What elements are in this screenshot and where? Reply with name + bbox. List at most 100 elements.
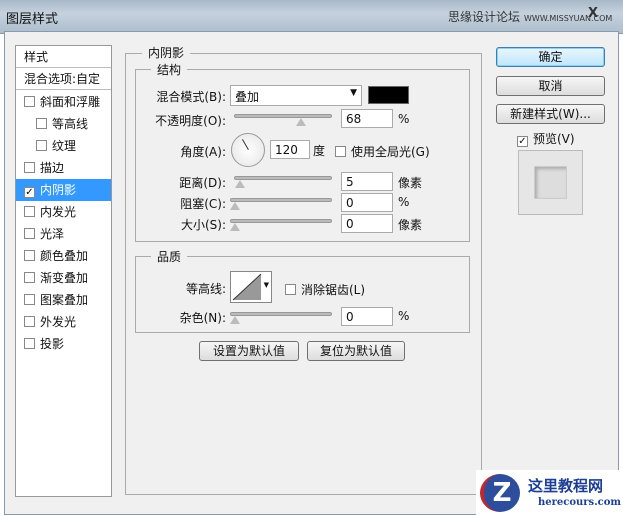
blend-mode-label: 混合模式(B): — [156, 90, 226, 104]
noise-label: 杂色(N): — [179, 311, 226, 325]
blending-options[interactable]: 混合选项:自定 — [16, 68, 111, 90]
choke-thumb[interactable] — [230, 202, 240, 210]
style-item[interactable]: 内发光 — [16, 201, 111, 223]
checkbox-icon[interactable] — [24, 206, 35, 217]
style-item-label: 光泽 — [40, 227, 65, 241]
size-input[interactable]: 0 — [341, 214, 393, 233]
angle-needle — [242, 139, 249, 150]
choke-label: 阻塞(C): — [180, 197, 226, 211]
size-unit: 像素 — [398, 218, 423, 232]
angle-label: 角度(A): — [180, 145, 226, 159]
choke-slider[interactable] — [230, 198, 332, 210]
checkbox-icon — [285, 284, 296, 295]
styles-header[interactable]: 样式 — [16, 46, 111, 68]
distance-input[interactable]: 5 — [341, 172, 393, 191]
opacity-thumb[interactable] — [296, 118, 306, 126]
checkbox-icon[interactable] — [24, 338, 35, 349]
style-item[interactable]: 渐变叠加 — [16, 267, 111, 289]
style-item-label: 颜色叠加 — [40, 249, 89, 263]
logo-z-icon: Z — [480, 474, 520, 512]
blend-mode-value: 叠加 — [235, 90, 260, 104]
style-item[interactable]: 图案叠加 — [16, 289, 111, 311]
style-item-label: 内发光 — [40, 205, 77, 219]
style-item[interactable]: 描边 — [16, 157, 111, 179]
size-thumb[interactable] — [230, 223, 240, 231]
reset-default-button[interactable]: 复位为默认值 — [307, 341, 405, 361]
new-style-button[interactable]: 新建样式(W)... — [496, 104, 605, 124]
ok-button[interactable]: 确定 — [496, 47, 605, 67]
preview-label: 预览(V) — [533, 132, 575, 146]
style-item-label: 渐变叠加 — [40, 271, 89, 285]
choke-unit: % — [398, 195, 410, 209]
opacity-unit: % — [398, 112, 410, 126]
site-logo: Z 这里教程网 herecours.com — [476, 470, 623, 515]
close-button[interactable]: X — [588, 6, 598, 21]
opacity-slider[interactable] — [234, 114, 332, 126]
global-light-label: 使用全局光(G) — [351, 145, 430, 159]
style-item[interactable]: 等高线 — [16, 113, 111, 135]
style-item[interactable]: ✓ 内阴影 — [16, 179, 111, 201]
checkbox-icon[interactable] — [36, 140, 47, 151]
style-item[interactable]: 颜色叠加 — [16, 245, 111, 267]
style-item[interactable]: 斜面和浮雕 — [16, 91, 111, 113]
chevron-down-icon: ▼ — [350, 88, 357, 98]
checkmark-icon[interactable]: ✓ — [24, 187, 35, 198]
contour-linear-icon — [232, 273, 262, 301]
make-default-button[interactable]: 设置为默认值 — [199, 341, 299, 361]
checkbox-icon[interactable] — [24, 272, 35, 283]
styles-list: 样式 混合选项:自定 斜面和浮雕等高线纹理描边 ✓ 内阴影内发光光泽颜色叠加渐变叠加… — [15, 45, 112, 497]
chevron-down-icon: ▼ — [263, 281, 269, 289]
title-bar: 图层样式 思缘设计论坛 WWW.MISSYUAN.COM X — [0, 0, 623, 34]
section-title: 内阴影 — [142, 44, 191, 61]
angle-unit: 度 — [313, 144, 326, 158]
logo-url: herecours.com — [538, 497, 622, 508]
blend-mode-select[interactable]: 叠加 ▼ — [230, 85, 362, 106]
distance-unit: 像素 — [398, 176, 423, 190]
style-item[interactable]: 纹理 — [16, 135, 111, 157]
style-item[interactable]: 外发光 — [16, 311, 111, 333]
style-item[interactable]: 光泽 — [16, 223, 111, 245]
style-item[interactable]: 投影 — [16, 333, 111, 355]
angle-input[interactable]: 120 — [270, 140, 310, 159]
watermark-cn: 思缘设计论坛 — [448, 10, 521, 24]
opacity-label: 不透明度(O): — [155, 114, 226, 128]
preview-thumbnail — [518, 150, 583, 215]
checkbox-icon[interactable] — [24, 316, 35, 327]
style-item-label: 外发光 — [40, 315, 77, 329]
watermark-url: WWW.MISSYUAN.COM — [524, 14, 613, 23]
noise-slider[interactable] — [230, 312, 332, 324]
checkbox-icon[interactable] — [24, 294, 35, 305]
checkbox-icon[interactable] — [24, 96, 35, 107]
size-label: 大小(S): — [180, 218, 226, 232]
checkbox-icon — [335, 146, 346, 157]
style-item-label: 斜面和浮雕 — [40, 95, 101, 109]
checkbox-icon[interactable] — [24, 228, 35, 239]
shadow-color-swatch[interactable] — [368, 86, 409, 104]
global-light-checkbox[interactable]: 使用全局光(G) — [335, 143, 430, 160]
style-item-label: 图案叠加 — [40, 293, 89, 307]
checkbox-icon[interactable] — [24, 162, 35, 173]
distance-slider[interactable] — [234, 176, 332, 188]
angle-dial[interactable] — [231, 133, 265, 167]
preview-checkbox[interactable]: ✓ 预览(V) — [517, 130, 575, 147]
window-title: 图层样式 — [6, 12, 59, 27]
cancel-button[interactable]: 取消 — [496, 76, 605, 96]
checkbox-icon[interactable] — [36, 118, 47, 129]
antialias-checkbox[interactable]: 消除锯齿(L) — [285, 281, 365, 298]
noise-unit: % — [398, 309, 410, 323]
structure-title: 结构 — [151, 61, 188, 78]
choke-input[interactable]: 0 — [341, 193, 393, 212]
distance-thumb[interactable] — [235, 180, 245, 188]
noise-input[interactable]: 0 — [341, 307, 393, 326]
distance-label: 距离(D): — [179, 176, 226, 190]
style-item-label: 描边 — [40, 161, 65, 175]
logo-cn: 这里教程网 — [528, 477, 604, 495]
style-item-label: 内阴影 — [40, 183, 77, 197]
style-item-label: 等高线 — [52, 117, 89, 131]
checkbox-icon[interactable] — [24, 250, 35, 261]
style-item-label: 纹理 — [52, 139, 77, 153]
opacity-input[interactable]: 68 — [341, 109, 393, 128]
size-slider[interactable] — [230, 219, 332, 231]
contour-picker[interactable]: ▼ — [230, 271, 272, 303]
noise-thumb[interactable] — [230, 316, 240, 324]
